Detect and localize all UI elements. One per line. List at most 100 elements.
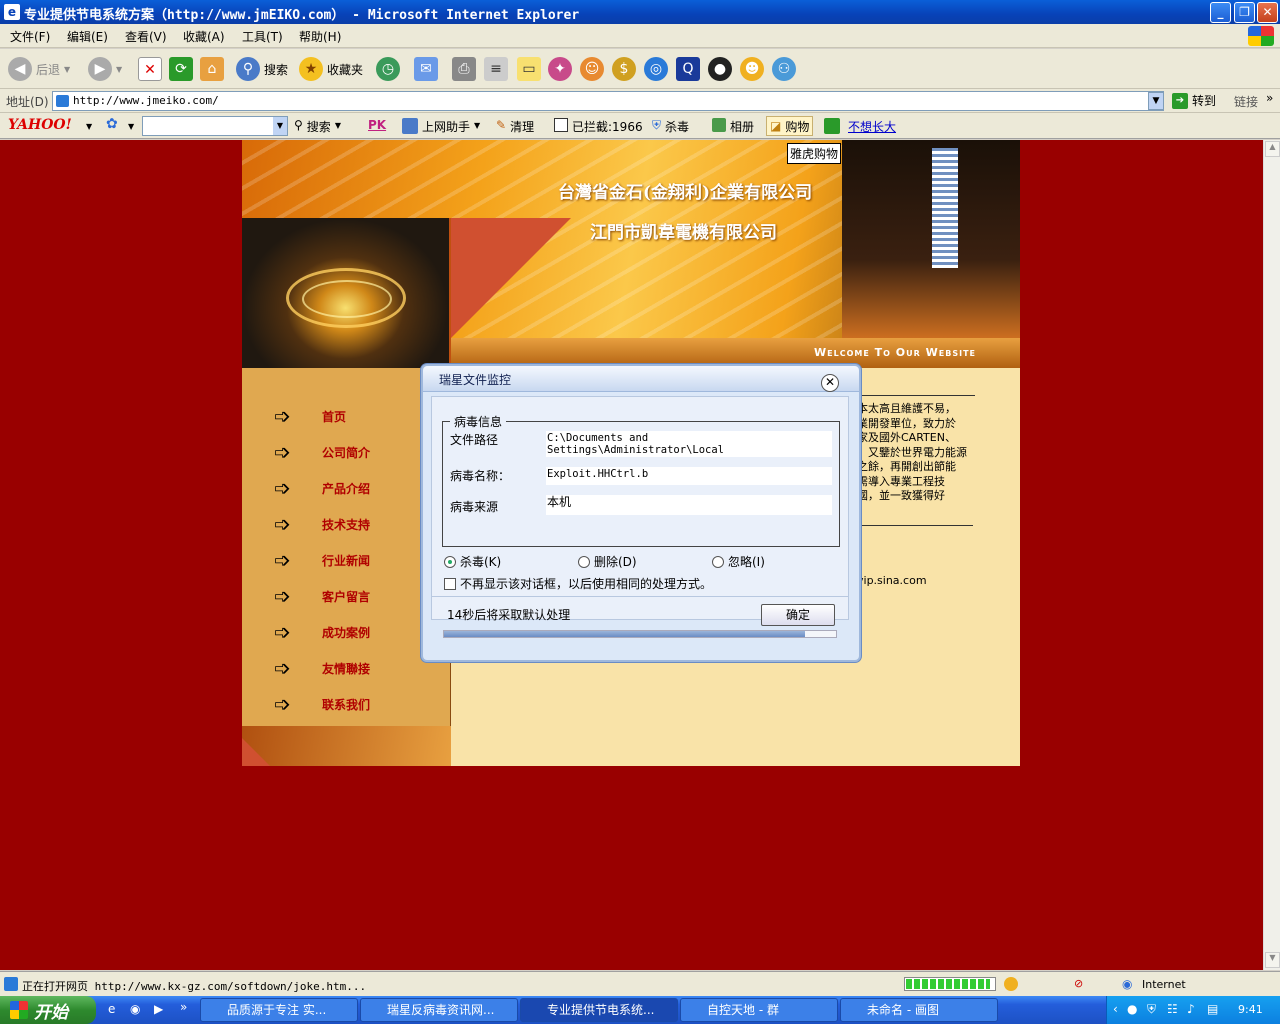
ie-icon: e	[4, 4, 20, 20]
q-button[interactable]: Q	[676, 55, 700, 83]
minimize-button[interactable]: _	[1210, 2, 1231, 23]
home-button[interactable]: ⌂	[200, 55, 224, 83]
yahoo-logo[interactable]: YAHOO!	[8, 117, 72, 133]
nav-item-home[interactable]: ➩ 首页	[274, 404, 424, 428]
nav-item-news[interactable]: ➩ 行业新闻	[274, 548, 424, 572]
radio-delete[interactable]	[578, 555, 590, 568]
menu-tools[interactable]: 工具(T)	[242, 28, 283, 45]
favorites-button[interactable]: ★ 收藏夹	[299, 55, 363, 83]
warning-icon[interactable]	[1004, 977, 1018, 991]
money-bag-icon: $	[612, 57, 636, 81]
dialog-close-button[interactable]: ✕	[821, 374, 839, 392]
mail-button[interactable]: ✉	[414, 55, 438, 83]
edit-button[interactable]: ≡	[484, 55, 508, 83]
qq-tray-icon[interactable]: ●	[1127, 1002, 1137, 1016]
refresh-button[interactable]: ⟳	[169, 55, 193, 83]
menu-file[interactable]: 文件(F)	[10, 28, 50, 45]
address-dropdown-button[interactable]: ▼	[1148, 92, 1164, 110]
print-button[interactable]: ⎙	[452, 55, 476, 83]
task-item[interactable]: 未命名 - 画图	[840, 998, 998, 1022]
antivirus-button[interactable]: ⛨ 杀毒	[652, 118, 689, 135]
player-quicklaunch-icon[interactable]: ▶	[154, 1002, 163, 1016]
option-kill[interactable]: 杀毒(K)	[444, 553, 501, 570]
yahoo-menu-chevron-icon[interactable]: ▼	[86, 122, 92, 131]
search-button[interactable]: ⚲ 搜索	[236, 55, 288, 83]
menu-help[interactable]: 帮助(H)	[299, 28, 341, 45]
email-fragment[interactable]: vip.sina.com	[857, 574, 927, 587]
divider	[857, 395, 975, 396]
popup-blocked-icon[interactable]: ⊘	[1074, 977, 1083, 990]
option-ignore[interactable]: 忽略(I)	[712, 553, 765, 570]
option-delete[interactable]: 删除(D)	[578, 553, 637, 570]
flower-icon[interactable]: ✿	[106, 116, 118, 132]
forward-button[interactable]: ▶ ▼	[88, 55, 122, 83]
task-item[interactable]: 自控天地 - 群	[680, 998, 838, 1022]
vertical-scrollbar[interactable]: ▲ ▼	[1263, 140, 1280, 970]
nav-item-contact[interactable]: ➩ 联系我们	[274, 692, 424, 716]
network-tray-icon[interactable]: ☷	[1167, 1002, 1178, 1016]
assistant-button[interactable]: 上网助手 ▼	[402, 118, 480, 135]
nav-item-support[interactable]: ➩ 技术支持	[274, 512, 424, 536]
task-item-active[interactable]: 专业提供节电系统...	[520, 998, 678, 1022]
nav-item-cases[interactable]: ➩ 成功案例	[274, 620, 424, 644]
history-button[interactable]: ◷	[376, 55, 400, 83]
dialog-title-bar[interactable]: 瑞星文件监控 ✕	[423, 366, 859, 392]
back-button[interactable]: ◀ 后退 ▼	[8, 55, 70, 83]
qq-button[interactable]: ●	[708, 55, 732, 83]
popup-blocker-button[interactable]: 已拦截:1966	[554, 118, 643, 135]
clean-button[interactable]: ✎ 清理	[496, 118, 534, 135]
chevron-down-icon[interactable]: ▼	[273, 117, 287, 135]
stop-button[interactable]: ✕	[138, 55, 162, 83]
emoticon-button[interactable]: ☺	[580, 55, 604, 83]
volume-tray-icon[interactable]: ♪	[1187, 1002, 1195, 1016]
ie-quicklaunch-icon[interactable]: e	[108, 1002, 115, 1016]
radio-ignore[interactable]	[712, 555, 724, 568]
dont-grow-link[interactable]: 不想长大	[824, 118, 896, 135]
menu-edit[interactable]: 编辑(E)	[67, 28, 108, 45]
task-item[interactable]: 瑞星反病毒资讯网...	[360, 998, 518, 1022]
shopping-button[interactable]: ◪ 购物	[766, 116, 814, 136]
nav-item-about[interactable]: ➩ 公司简介	[274, 440, 424, 464]
dont-show-again[interactable]: 不再显示该对话框，以后使用相同的处理方式。	[444, 575, 712, 592]
go-button[interactable]: ➔ 转到	[1172, 92, 1216, 109]
smiley-button[interactable]: ☻	[740, 55, 764, 83]
address-input[interactable]: http://www.jmeiko.com/	[52, 91, 1164, 111]
nav-item-links[interactable]: ➩ 友情聯接	[274, 656, 424, 680]
mail-icon: ✉	[414, 57, 438, 81]
maximize-button[interactable]: ❐	[1234, 2, 1255, 23]
media-quicklaunch-icon[interactable]: ◉	[130, 1002, 140, 1016]
tray-expand-icon[interactable]: ‹	[1113, 1002, 1118, 1016]
nav-item-products[interactable]: ➩ 产品介绍	[274, 476, 424, 500]
messenger-button[interactable]: ✦	[548, 55, 572, 83]
magnifier-icon: ⚲	[294, 118, 303, 132]
antivirus-tray-icon[interactable]: ⛨	[1147, 1002, 1156, 1017]
nav-label: 友情聯接	[322, 661, 371, 676]
flower-menu-chevron-icon[interactable]: ▼	[128, 122, 134, 131]
nav-item-guestbook[interactable]: ➩ 客户留言	[274, 584, 424, 608]
pk-button[interactable]: PK	[368, 118, 386, 132]
start-button[interactable]: 开始	[0, 996, 96, 1024]
menu-favorites[interactable]: 收藏(A)	[183, 28, 225, 45]
contacts-button[interactable]: ⚇	[772, 55, 796, 83]
yahoo-search-input[interactable]: ▼	[142, 116, 288, 136]
task-item[interactable]: 品质源于专注 实...	[200, 998, 358, 1022]
money-button[interactable]: $	[612, 55, 636, 83]
globe-button[interactable]: ◎	[644, 55, 668, 83]
dont-show-checkbox[interactable]	[444, 577, 456, 590]
note-button[interactable]: ▭	[517, 55, 541, 83]
radio-kill[interactable]	[444, 555, 456, 568]
yahoo-shopping-tooltip[interactable]: 雅虎购物	[787, 143, 842, 164]
links-button[interactable]: 链接	[1234, 93, 1258, 110]
ok-button[interactable]: 确定	[761, 604, 835, 626]
yahoo-search-button[interactable]: ⚲ 搜索 ▼	[294, 118, 341, 135]
album-button[interactable]: 相册	[712, 118, 754, 135]
display-tray-icon[interactable]: ▤	[1207, 1002, 1218, 1016]
menu-view[interactable]: 查看(V)	[125, 28, 167, 45]
scroll-up-icon[interactable]: ▲	[1265, 141, 1280, 157]
scroll-down-icon[interactable]: ▼	[1265, 952, 1280, 968]
clock[interactable]: 9:41	[1238, 1003, 1263, 1016]
close-button[interactable]: ✕	[1257, 2, 1278, 23]
quicklaunch-more-icon[interactable]: »	[180, 1000, 187, 1014]
window-title-bar[interactable]: e 专业提供节电系统方案（http://www.jmEIKO.com） - Mi…	[0, 0, 1280, 24]
chevron-right-icon[interactable]: »	[1266, 91, 1273, 105]
